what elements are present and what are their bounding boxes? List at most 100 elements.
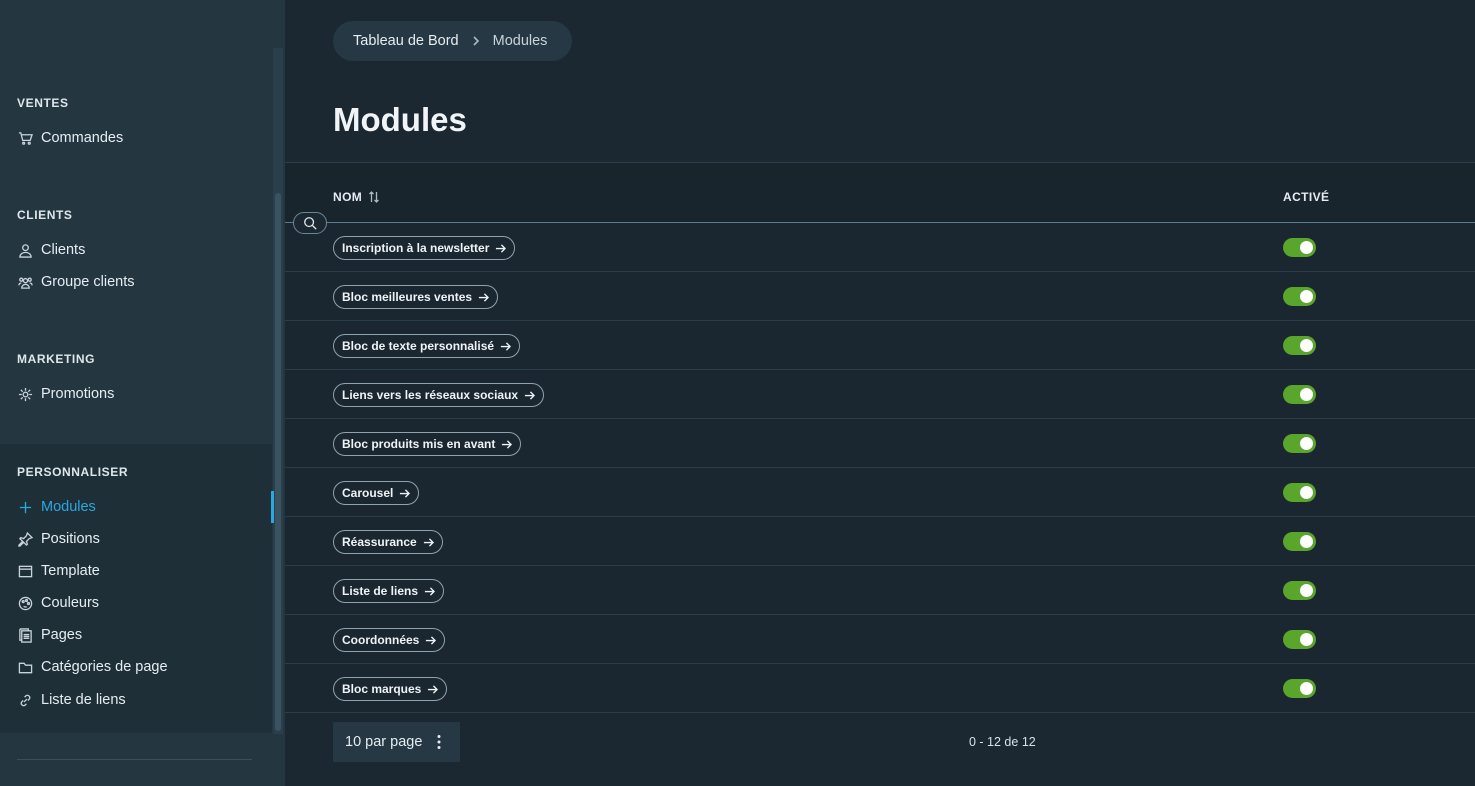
- section-title-personnaliser: PERSONNALISER: [17, 465, 129, 479]
- user-icon: [17, 242, 33, 258]
- active-toggle[interactable]: [1283, 679, 1316, 698]
- more-vertical-icon: [437, 735, 441, 749]
- module-name: Bloc meilleures ventes: [342, 290, 473, 304]
- sidebar-item-promotions[interactable]: Promotions: [17, 383, 272, 405]
- sidebar-item-groupe-clients[interactable]: Groupe clients: [17, 271, 272, 293]
- table-row: Inscription à la newsletter: [285, 223, 1475, 272]
- sidebar-item-couleurs[interactable]: Couleurs: [17, 592, 272, 614]
- active-toggle[interactable]: [1283, 630, 1316, 649]
- sidebar-item-label: Groupe clients: [41, 274, 135, 290]
- gear-icon: [17, 386, 33, 402]
- column-header-active[interactable]: ACTIVÉ: [1283, 190, 1329, 204]
- sidebar-divider: [17, 759, 252, 760]
- module-name: Liens vers les réseaux sociaux: [342, 388, 519, 402]
- module-link[interactable]: Liens vers les réseaux sociaux: [333, 383, 545, 407]
- sidebar-item-label: Couleurs: [41, 595, 100, 611]
- sidebar-item-label: Pages: [41, 627, 83, 643]
- search-button[interactable]: [293, 212, 327, 234]
- column-header-label: NOM: [333, 190, 363, 204]
- sidebar-item-pages[interactable]: Pages: [17, 624, 272, 646]
- pin-icon: [17, 531, 33, 547]
- module-link[interactable]: Bloc marques: [333, 677, 448, 701]
- module-link[interactable]: Coordonnées: [333, 628, 446, 652]
- column-header-nom[interactable]: NOM: [333, 190, 380, 204]
- arrow-right-icon: [428, 684, 439, 694]
- table-row: Coordonnées: [285, 615, 1475, 664]
- table-row: Réassurance: [285, 517, 1475, 566]
- table-row: Carousel: [285, 468, 1475, 517]
- module-name: Bloc de texte personnalisé: [342, 339, 495, 353]
- sort-icon: [369, 191, 380, 203]
- sidebar-item-label: Promotions: [41, 386, 115, 402]
- link-icon: [17, 692, 33, 708]
- pagination-info: 0 - 12 de 12: [969, 735, 1036, 749]
- arrow-right-icon: [496, 243, 507, 253]
- module-link[interactable]: Inscription à la newsletter: [333, 236, 516, 260]
- arrow-right-icon: [424, 586, 436, 596]
- module-name: Carousel: [342, 486, 394, 500]
- table-row: Bloc marques: [285, 664, 1475, 713]
- folder-icon: [17, 659, 33, 675]
- sidebar-item-label: Catégories de page: [41, 659, 168, 675]
- sidebar-item-label: Modules: [41, 499, 96, 515]
- pages-icon: [17, 627, 33, 643]
- table-row: Bloc produits mis en avant: [285, 419, 1475, 468]
- sidebar-item-label: Liste de liens: [41, 692, 126, 708]
- module-name: Bloc produits mis en avant: [342, 437, 496, 451]
- chevron-right-icon: [471, 36, 481, 46]
- users-icon: [17, 274, 33, 290]
- active-toggle[interactable]: [1283, 238, 1316, 257]
- arrow-right-icon: [423, 537, 434, 547]
- active-toggle[interactable]: [1283, 336, 1316, 355]
- active-toggle[interactable]: [1283, 385, 1316, 404]
- sidebar-item-template[interactable]: Template: [17, 560, 272, 582]
- page-title: Modules: [333, 101, 467, 138]
- sidebar-item-commandes[interactable]: Commandes: [17, 127, 272, 149]
- sidebar-item-clients[interactable]: Clients: [17, 239, 272, 261]
- plus-icon: [17, 499, 33, 515]
- module-name: Coordonnées: [342, 633, 420, 647]
- sidebar-item-label: Positions: [41, 531, 100, 547]
- active-toggle[interactable]: [1283, 532, 1316, 551]
- sidebar-scrollbar[interactable]: [275, 193, 281, 731]
- active-toggle[interactable]: [1283, 581, 1316, 600]
- cart-icon: [17, 130, 33, 146]
- module-link[interactable]: Liste de liens: [333, 579, 445, 603]
- sidebar-item-modules[interactable]: Modules: [17, 496, 272, 518]
- arrow-right-icon: [500, 341, 512, 351]
- arrow-right-icon: [400, 488, 411, 498]
- arrow-right-icon: [525, 390, 536, 400]
- sidebar-item-label: Clients: [41, 242, 86, 258]
- sidebar-item-positions[interactable]: Positions: [17, 528, 272, 550]
- modules-table-body: Inscription à la newsletter Bloc meilleu…: [285, 223, 1475, 713]
- module-link[interactable]: Bloc meilleures ventes: [333, 285, 499, 309]
- search-icon: [304, 217, 317, 230]
- module-link[interactable]: Réassurance: [333, 530, 443, 554]
- section-title-ventes: VENTES: [17, 96, 69, 110]
- palette-icon: [17, 595, 33, 611]
- window-icon: [17, 563, 33, 579]
- active-indicator: [271, 491, 274, 523]
- sidebar: VENTES Commandes CLIENTS Clients Groupe …: [0, 0, 285, 786]
- breadcrumb-current: Modules: [492, 33, 548, 49]
- breadcrumb-root-link[interactable]: Tableau de Bord: [353, 33, 459, 49]
- active-toggle[interactable]: [1283, 434, 1316, 453]
- per-page-select[interactable]: 10 par page: [333, 722, 460, 762]
- sidebar-item-liste-de-liens[interactable]: Liste de liens: [17, 689, 272, 711]
- active-toggle[interactable]: [1283, 287, 1316, 306]
- module-link[interactable]: Bloc de texte personnalisé: [333, 334, 521, 358]
- table-row: Liens vers les réseaux sociaux: [285, 370, 1475, 419]
- arrow-right-icon: [478, 292, 490, 302]
- active-toggle[interactable]: [1283, 483, 1316, 502]
- module-link[interactable]: Bloc produits mis en avant: [333, 432, 522, 456]
- arrow-right-icon: [502, 439, 513, 449]
- table-row: Liste de liens: [285, 566, 1475, 615]
- module-link[interactable]: Carousel: [333, 481, 420, 505]
- table-row: Bloc meilleures ventes: [285, 272, 1475, 321]
- breadcrumb: Tableau de Bord Modules: [333, 21, 572, 61]
- section-title-marketing: MARKETING: [17, 352, 96, 366]
- section-title-clients: CLIENTS: [17, 208, 73, 222]
- sidebar-item-categories-de-page[interactable]: Catégories de page: [17, 656, 272, 678]
- module-name: Inscription à la newsletter: [342, 241, 490, 255]
- sidebar-item-label: Template: [41, 563, 100, 579]
